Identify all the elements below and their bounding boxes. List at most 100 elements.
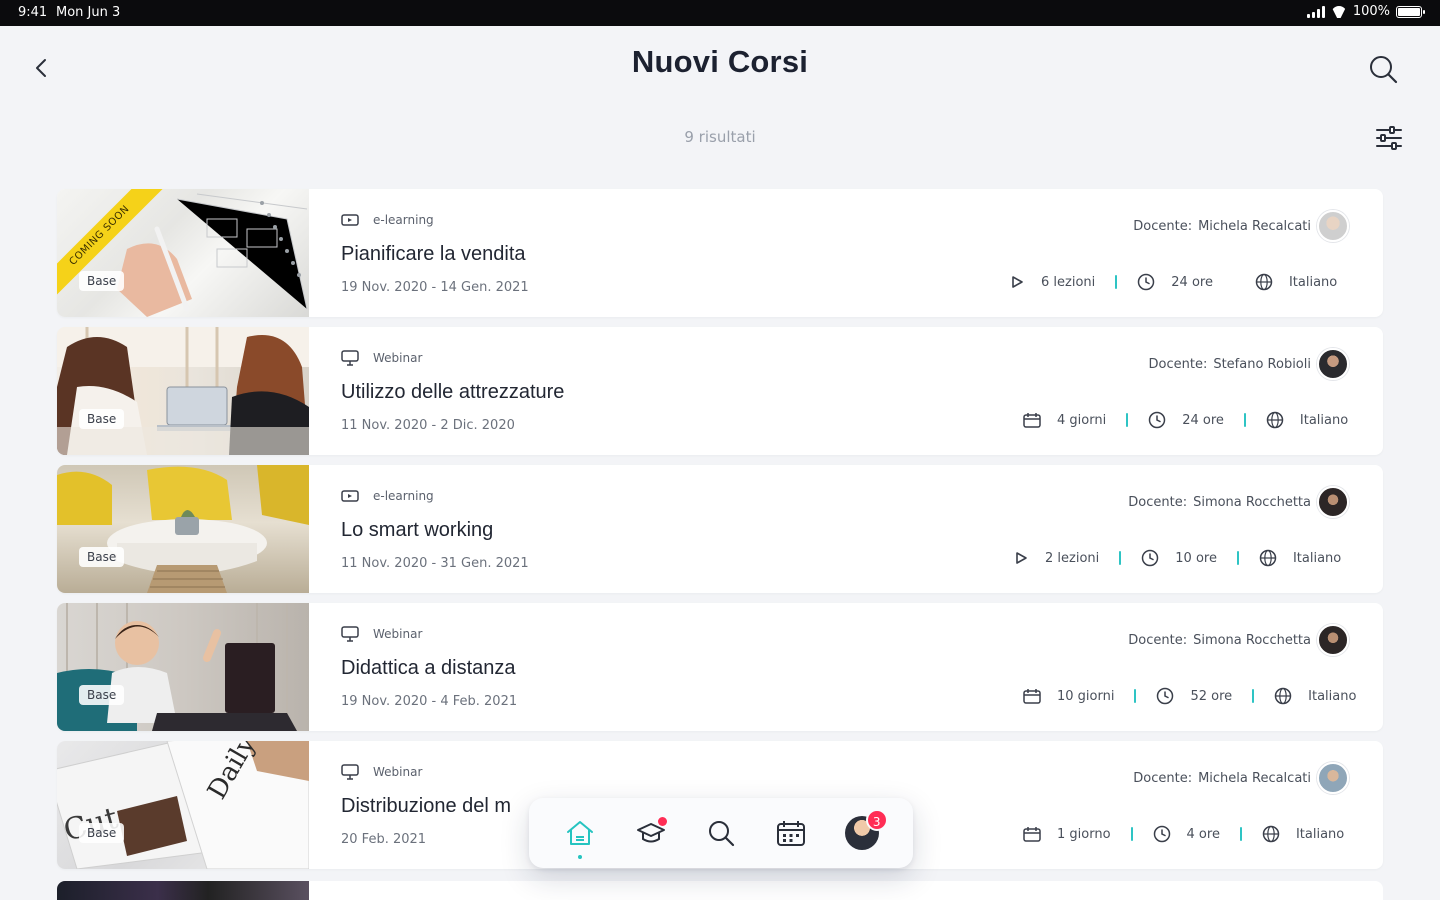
nav-search[interactable] — [699, 811, 743, 855]
status-time: 9:41 — [18, 5, 48, 20]
course-meta: 2 lezioni 10 ore Italiano — [1013, 549, 1341, 567]
teacher-prefix: Docente: — [1128, 494, 1188, 510]
course-type-label: Webinar — [373, 351, 423, 365]
status-bar: 9:41 Mon Jun 3 100% — [0, 0, 1440, 26]
page-title: Nuovi Corsi — [631, 44, 809, 79]
nav-home[interactable] — [558, 811, 602, 859]
course-thumbnail: Base — [57, 465, 309, 593]
teacher-prefix: Docente: — [1133, 770, 1193, 786]
nav-calendar[interactable] — [769, 811, 813, 855]
webinar-icon — [341, 626, 359, 642]
nav-profile[interactable]: 3 — [840, 809, 888, 855]
course-title: Distribuzione del m — [341, 795, 512, 817]
course-info: Webinar Didattica a distanza 19 Nov. 202… — [341, 625, 517, 709]
course-title: Didattica a distanza — [341, 657, 516, 679]
course-type-label: Webinar — [373, 627, 423, 641]
language: Italiano — [1299, 412, 1349, 428]
play-icon — [1016, 552, 1027, 564]
course-card[interactable]: Base Webinar Didattica a distanza 19 Nov… — [57, 603, 1383, 731]
course-dates: 20 Feb. 2021 — [341, 832, 427, 847]
course-type: Webinar — [341, 763, 511, 781]
filter-button[interactable] — [1372, 124, 1406, 152]
course-teacher: Docente: Michela Recalcati — [1133, 762, 1349, 794]
course-info: e-learning Lo smart working 11 Nov. 2020… — [341, 487, 529, 571]
globe-icon — [1262, 825, 1280, 843]
teacher-avatar — [1317, 486, 1349, 518]
course-type: Webinar — [341, 625, 517, 643]
teacher-name: Simona Rocchetta — [1193, 494, 1311, 510]
nav-courses[interactable] — [629, 811, 673, 855]
course-info: Webinar Distribuzione del m 20 Feb. 2021 — [341, 763, 511, 847]
hours-count: 4 ore — [1186, 826, 1220, 842]
course-card-partial[interactable] — [57, 881, 1383, 900]
hours-count: 52 ore — [1190, 688, 1233, 704]
hours-count: 10 ore — [1175, 550, 1217, 566]
course-teacher: Docente: Simona Rocchetta — [1128, 624, 1349, 656]
teacher-avatar — [1317, 624, 1349, 656]
course-type: Webinar — [341, 349, 564, 367]
search-icon — [708, 821, 735, 847]
home-icon — [567, 821, 594, 845]
clock-icon — [1153, 825, 1170, 843]
hours-count: 24 ore — [1171, 274, 1213, 290]
globe-icon — [1259, 549, 1277, 567]
meta-separator — [1130, 827, 1133, 841]
teacher-prefix: Docente: — [1148, 356, 1208, 372]
course-title: Utilizzo delle attrezzature — [341, 381, 565, 403]
course-card[interactable]: COMING SOON Base e-learning Pianificare … — [57, 189, 1383, 317]
course-meta: 10 giorni 52 ore Italiano — [1023, 687, 1356, 705]
status-date: Mon Jun 3 — [56, 5, 121, 20]
meta-separator — [1239, 827, 1242, 841]
language: Italiano — [1292, 550, 1342, 566]
hours-count: 24 ore — [1182, 412, 1224, 428]
course-title: Pianificare la vendita — [341, 243, 526, 265]
elearning-icon — [341, 214, 359, 226]
battery-percent: 100% — [1352, 4, 1390, 19]
teacher-name: Michela Recalcati — [1198, 770, 1311, 786]
course-meta: 6 lezioni 24 ore Italiano — [1009, 273, 1337, 291]
days-count: 4 giorni — [1057, 412, 1107, 428]
bottom-nav: 3 — [529, 798, 913, 868]
notification-dot — [657, 817, 667, 826]
clock-icon — [1138, 273, 1155, 291]
course-card[interactable]: Base Webinar Utilizzo delle attrezzature… — [57, 327, 1383, 455]
course-thumbnail: Cut Daily Base — [57, 741, 309, 869]
child-laptop-illustration — [57, 603, 297, 731]
meta-separator — [1252, 689, 1255, 703]
teacher-prefix: Docente: — [1133, 218, 1193, 234]
course-info: e-learning Pianificare la vendita 19 Nov… — [341, 211, 529, 295]
course-card[interactable]: Base e-learning Lo smart working 11 Nov.… — [57, 465, 1383, 593]
calendar-icon — [1023, 413, 1041, 428]
course-dates: 19 Nov. 2020 - 14 Gen. 2021 — [341, 280, 529, 295]
level-badge: Base — [79, 685, 125, 705]
search-button[interactable] — [1366, 52, 1400, 86]
course-thumbnail: Base — [57, 603, 309, 731]
living-room-illustration — [57, 465, 309, 593]
office-illustration — [57, 327, 309, 455]
teacher-name: Simona Rocchetta — [1193, 632, 1311, 648]
search-icon — [1370, 56, 1398, 84]
level-badge: Base — [79, 823, 125, 843]
globe-icon — [1266, 411, 1284, 429]
course-thumbnail: Base — [57, 327, 309, 455]
magazines-illustration: Cut Daily — [57, 741, 309, 869]
clock-icon — [1142, 549, 1159, 567]
teacher-avatar — [1317, 348, 1349, 380]
course-meta: 1 giorno 4 ore Italiano — [1023, 825, 1344, 843]
course-type-label: Webinar — [373, 765, 423, 779]
course-type-label: e-learning — [373, 213, 434, 227]
meta-separator — [1119, 551, 1122, 565]
globe-icon — [1255, 273, 1273, 291]
course-type-label: e-learning — [373, 489, 434, 503]
language: Italiano — [1308, 688, 1357, 704]
course-dates: 19 Nov. 2020 - 4 Feb. 2021 — [341, 694, 518, 709]
clock-icon — [1148, 411, 1166, 429]
meta-separator — [1236, 551, 1239, 565]
lessons-count: 2 lezioni — [1045, 550, 1100, 566]
meta-separator — [1134, 689, 1137, 703]
level-badge: Base — [79, 271, 125, 291]
meta-separator — [1243, 413, 1246, 427]
lessons-count: 6 lezioni — [1041, 274, 1096, 290]
course-dates: 11 Nov. 2020 - 31 Gen. 2021 — [341, 556, 529, 571]
meta-spacer — [1233, 275, 1235, 289]
